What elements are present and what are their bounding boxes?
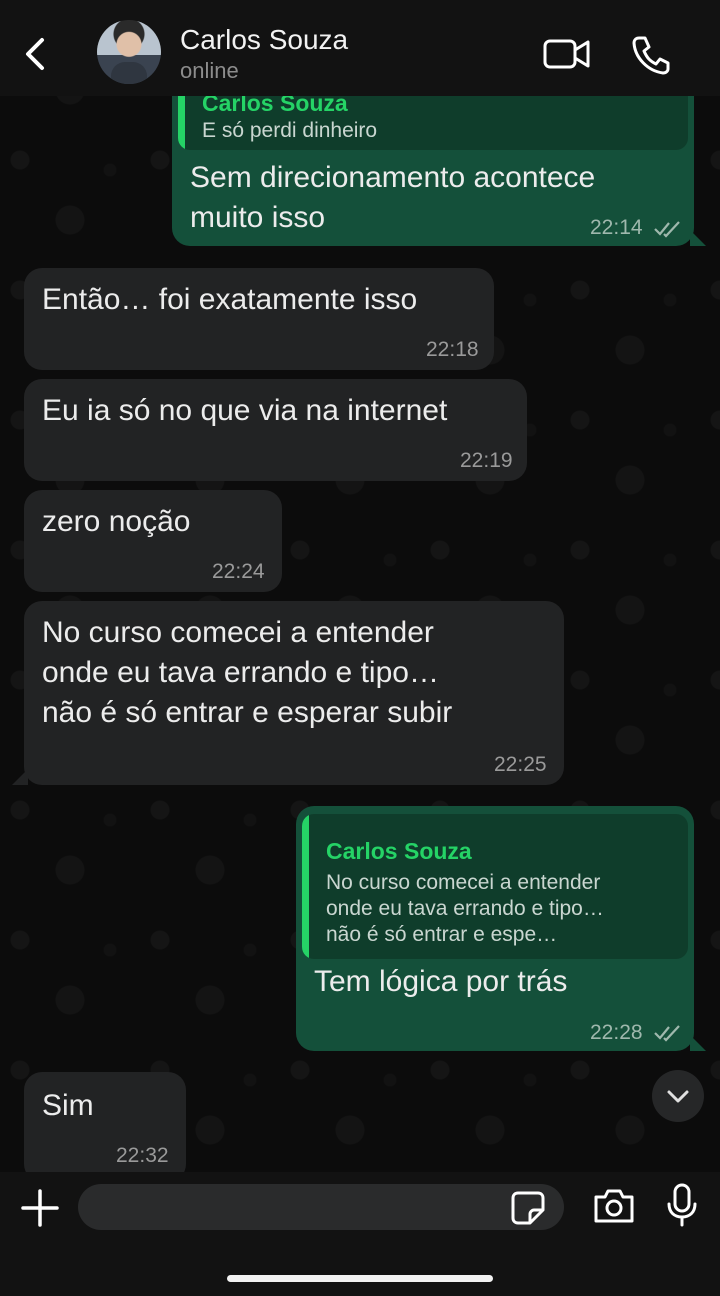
message-text: Então… foi exatamente isso bbox=[42, 283, 418, 316]
message-time: 22:24 bbox=[212, 560, 265, 583]
sticker-icon[interactable] bbox=[510, 1190, 546, 1226]
message-bubble-outgoing[interactable]: Carlos Souza No curso comecei a entender… bbox=[296, 806, 694, 1051]
message-bubble-incoming[interactable]: Então… foi exatamente isso 22:18 bbox=[24, 268, 494, 370]
back-arrow-icon[interactable] bbox=[18, 32, 54, 76]
message-text: Sim bbox=[42, 1089, 94, 1122]
message-text: zero noção bbox=[42, 505, 191, 538]
double-check-icon bbox=[654, 221, 680, 238]
double-check-icon bbox=[654, 1025, 680, 1042]
plus-icon[interactable] bbox=[20, 1188, 60, 1228]
camera-icon[interactable] bbox=[592, 1186, 636, 1226]
message-bubble-incoming[interactable]: zero noção 22:24 bbox=[24, 490, 282, 592]
phone-icon[interactable] bbox=[630, 34, 672, 76]
chat-area[interactable]: Carlos Souza E só perdi dinheiro Sem dir… bbox=[0, 0, 720, 1172]
bubble-tail bbox=[690, 230, 706, 246]
message-bubble-incoming[interactable]: No curso comecei a entender onde eu tava… bbox=[24, 601, 564, 785]
message-time: 22:14 bbox=[590, 216, 643, 239]
quote-text: E só perdi dinheiro bbox=[202, 119, 378, 142]
message-text: No curso comecei a entender onde eu tava… bbox=[42, 616, 453, 729]
message-text: Eu ia só no que via na internet bbox=[42, 394, 448, 427]
message-time: 22:18 bbox=[426, 338, 479, 361]
scroll-to-bottom-button[interactable] bbox=[652, 1070, 704, 1122]
message-time: 22:25 bbox=[494, 753, 547, 776]
message-input[interactable] bbox=[78, 1184, 564, 1230]
contact-status: online bbox=[180, 58, 239, 83]
message-text: Tem lógica por trás bbox=[314, 965, 568, 998]
contact-name[interactable]: Carlos Souza bbox=[180, 24, 348, 56]
avatar[interactable] bbox=[97, 20, 161, 84]
message-bubble-incoming[interactable]: Eu ia só no que via na internet 22:19 bbox=[24, 379, 527, 481]
chat-header: Carlos Souza online bbox=[0, 0, 720, 96]
message-bubble-incoming[interactable]: Sim 22:32 bbox=[24, 1072, 186, 1172]
quoted-message[interactable]: Carlos Souza No curso comecei a entender… bbox=[302, 814, 688, 959]
quote-accent-bar bbox=[302, 814, 309, 959]
microphone-icon[interactable] bbox=[666, 1182, 698, 1228]
video-camera-icon[interactable] bbox=[542, 34, 592, 74]
bubble-tail bbox=[12, 769, 28, 785]
message-text: Sem direcionamento acontece muito isso bbox=[190, 161, 596, 234]
message-time: 22:28 bbox=[590, 1021, 643, 1044]
message-time: 22:32 bbox=[116, 1144, 169, 1167]
message-time: 22:19 bbox=[460, 449, 513, 472]
bubble-tail bbox=[690, 1035, 706, 1051]
quote-text: No curso comecei a entender onde eu tava… bbox=[326, 871, 604, 946]
quote-author: Carlos Souza bbox=[326, 838, 472, 864]
chevron-down-icon bbox=[667, 1090, 689, 1103]
home-indicator[interactable] bbox=[227, 1275, 493, 1282]
